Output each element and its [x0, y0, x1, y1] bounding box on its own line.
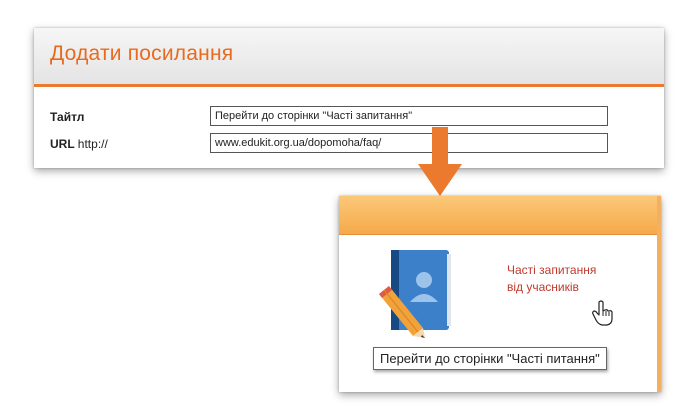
- widget-header: [339, 196, 661, 235]
- title-field-label: Тайтл: [50, 110, 84, 124]
- url-input[interactable]: www.edukit.org.ua/dopomoha/faq/: [210, 133, 608, 153]
- faq-link[interactable]: Часті запитання від учасників: [507, 262, 596, 296]
- title-label-text: Тайтл: [50, 110, 85, 124]
- arrow-down-shaft: [432, 127, 448, 167]
- dialog-title: Додати посилання: [50, 42, 234, 65]
- title-input[interactable]: Перейти до сторінки "Часті запитання": [210, 106, 608, 126]
- dialog-header: Додати посилання: [34, 28, 664, 87]
- hand-cursor-icon: [592, 300, 613, 326]
- url-field-label: URL http://: [50, 137, 108, 151]
- faq-link-line2[interactable]: від учасників: [507, 279, 596, 296]
- add-link-dialog: Додати посилання Тайтл Перейти до сторін…: [34, 28, 664, 168]
- link-tooltip: Перейти до сторінки "Часті питання": [373, 347, 607, 370]
- widget-edge: [657, 196, 661, 392]
- url-prefix-text: http://: [77, 137, 108, 151]
- book-icon[interactable]: [377, 248, 465, 338]
- url-label-text: URL: [50, 137, 75, 151]
- faq-link-line1[interactable]: Часті запитання: [507, 262, 596, 279]
- arrow-down-icon: [418, 164, 462, 196]
